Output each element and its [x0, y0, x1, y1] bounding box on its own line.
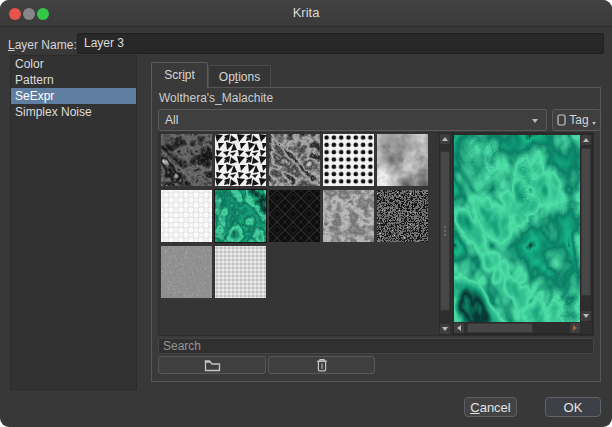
- preview-hscrollbar[interactable]: [453, 322, 581, 334]
- preview-scroll-down-button[interactable]: [580, 310, 592, 322]
- pattern-preview-image: [454, 135, 580, 323]
- pattern-thumb-speckle-noise[interactable]: [377, 190, 428, 242]
- scroll-up-button[interactable]: [439, 133, 451, 145]
- tag-button[interactable]: Tag: [552, 109, 601, 131]
- delete-resource-button[interactable]: [268, 356, 375, 374]
- pattern-thumb-soft-clouds[interactable]: [377, 134, 428, 186]
- list-item-color[interactable]: Color: [11, 56, 136, 72]
- tab-script[interactable]: Script: [151, 62, 208, 88]
- tag-icon: [557, 114, 566, 126]
- list-item-simplex-noise[interactable]: Simplex Noise: [11, 104, 136, 120]
- import-resource-button[interactable]: [158, 356, 266, 374]
- preview-scroll-right-button[interactable]: [569, 322, 581, 334]
- preview-scroll-up-button[interactable]: [580, 134, 592, 146]
- grid-scrollbar-handle[interactable]: [440, 151, 450, 311]
- cancel-button[interactable]: Cancel: [464, 397, 517, 417]
- pattern-name-label: Wolthera's_Malachite: [159, 91, 273, 105]
- trash-icon: [316, 358, 328, 372]
- ok-button[interactable]: OK: [545, 397, 601, 417]
- preview-hscrollbar-handle[interactable]: [467, 323, 533, 333]
- script-tab-panel: Wolthera's_Malachite All Tag: [151, 87, 601, 382]
- list-item-seexpr[interactable]: SeExpr: [11, 88, 136, 104]
- preview-vscrollbar[interactable]: [580, 134, 592, 322]
- tag-chevron-icon: [592, 122, 596, 125]
- generator-type-list[interactable]: ColorPatternSeExprSimplex Noise: [10, 55, 137, 390]
- pattern-thumb-rough-noise[interactable]: [323, 190, 374, 242]
- tag-filter-combobox[interactable]: All: [158, 109, 547, 131]
- pattern-thumb-gray-marble[interactable]: [269, 134, 320, 186]
- pattern-preview-pane: [452, 133, 593, 335]
- preview-vscrollbar-handle[interactable]: [581, 148, 591, 296]
- scroll-down-button[interactable]: [439, 323, 451, 335]
- window-title: Krita: [0, 0, 612, 26]
- pattern-thumb-malachite[interactable]: [215, 190, 266, 242]
- tag-button-label: Tag: [569, 113, 588, 127]
- pattern-thumb-light-lace[interactable]: [161, 190, 212, 242]
- preview-scroll-left-button[interactable]: [453, 322, 465, 334]
- pattern-thumb-fine-checker[interactable]: [215, 246, 266, 298]
- pattern-thumb-dark-blobs[interactable]: [161, 134, 212, 186]
- pattern-thumb-halftone-dots[interactable]: [323, 134, 374, 186]
- pattern-grid: [161, 134, 431, 298]
- pattern-thumb-bw-triangles[interactable]: [215, 134, 266, 186]
- krita-dialog-window: Krita Layer Name: Layer 3 ColorPatternSe…: [0, 0, 612, 427]
- tag-filter-value: All: [165, 113, 178, 127]
- grid-scrollbar[interactable]: [439, 133, 451, 335]
- tab-options[interactable]: Options: [208, 65, 271, 88]
- search-input[interactable]: Search: [158, 338, 594, 354]
- pattern-thumb-dark-maze[interactable]: [269, 190, 320, 242]
- search-placeholder: Search: [163, 339, 201, 353]
- layer-name-input[interactable]: Layer 3: [77, 33, 604, 54]
- chevron-down-icon: [532, 119, 538, 123]
- pattern-thumb-flat-gray[interactable]: [161, 246, 212, 298]
- layer-name-label: Layer Name:: [8, 38, 77, 52]
- pattern-chooser: [158, 132, 594, 336]
- folder-icon: [204, 359, 221, 372]
- list-item-pattern[interactable]: Pattern: [11, 72, 136, 88]
- title-bar[interactable]: Krita: [0, 0, 612, 27]
